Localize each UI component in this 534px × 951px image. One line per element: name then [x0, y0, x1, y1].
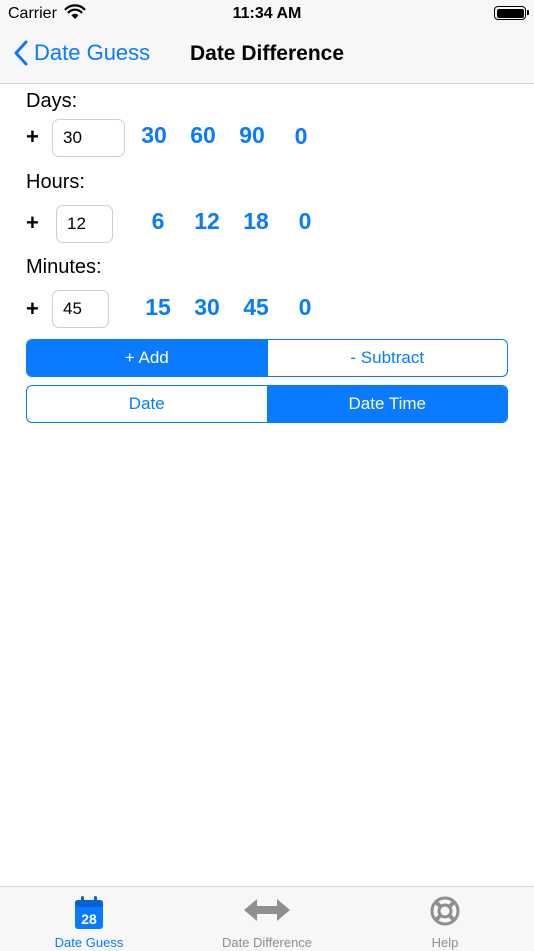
days-quick-2[interactable]: 90 [232, 122, 272, 149]
minutes-input[interactable] [52, 290, 109, 328]
days-label: Days: [26, 90, 78, 112]
tab-bar: 28 Date Guess Date Difference Help [0, 886, 534, 951]
clock: 11:34 AM [232, 5, 302, 22]
battery-icon [494, 6, 529, 20]
date-segment[interactable]: Date [27, 386, 267, 422]
tab-label-date-difference: Date Difference [221, 935, 313, 950]
days-quick-0[interactable]: 30 [134, 122, 174, 149]
days-quick-3[interactable]: 0 [281, 123, 321, 150]
tab-label-date-guess: Date Guess [54, 935, 124, 950]
hours-quick-3[interactable]: 0 [285, 208, 325, 235]
calendar-icon: 28 [73, 895, 105, 936]
hours-quick-2[interactable]: 18 [236, 208, 276, 235]
tab-date-difference[interactable]: Date Difference [178, 887, 356, 951]
minutes-quick-3[interactable]: 0 [285, 294, 325, 321]
minutes-label: Minutes: [26, 256, 102, 278]
minutes-quick-2[interactable]: 45 [236, 294, 276, 321]
days-input[interactable] [52, 119, 125, 157]
subtract-segment[interactable]: - Subtract [266, 340, 508, 376]
lifebuoy-icon [429, 895, 461, 932]
page-title: Date Difference [189, 42, 345, 65]
tab-date-guess[interactable]: 28 Date Guess [0, 887, 178, 951]
svg-text:28: 28 [81, 911, 97, 927]
double-arrow-icon [242, 895, 292, 930]
tab-help[interactable]: Help [356, 887, 534, 951]
minutes-sign: + [26, 296, 39, 321]
tab-label-help: Help [431, 935, 459, 950]
hours-quick-1[interactable]: 12 [187, 208, 227, 235]
hours-input[interactable] [56, 205, 113, 243]
navigation-bar: Date Guess Date Difference [0, 28, 534, 84]
add-segment[interactable]: + Add [27, 340, 267, 376]
days-quick-1[interactable]: 60 [183, 122, 223, 149]
hours-sign: + [26, 210, 39, 235]
status-bar: Carrier 11:34 AM [0, 0, 534, 28]
minutes-quick-1[interactable]: 30 [187, 294, 227, 321]
mode-segmented-control: Date Date Time [26, 385, 508, 423]
hours-quick-0[interactable]: 6 [138, 208, 178, 235]
date-time-segment[interactable]: Date Time [266, 386, 507, 422]
operation-segmented-control: + Add - Subtract [26, 339, 508, 377]
hours-label: Hours: [26, 171, 85, 193]
minutes-quick-0[interactable]: 15 [138, 294, 178, 321]
days-sign: + [26, 124, 39, 149]
